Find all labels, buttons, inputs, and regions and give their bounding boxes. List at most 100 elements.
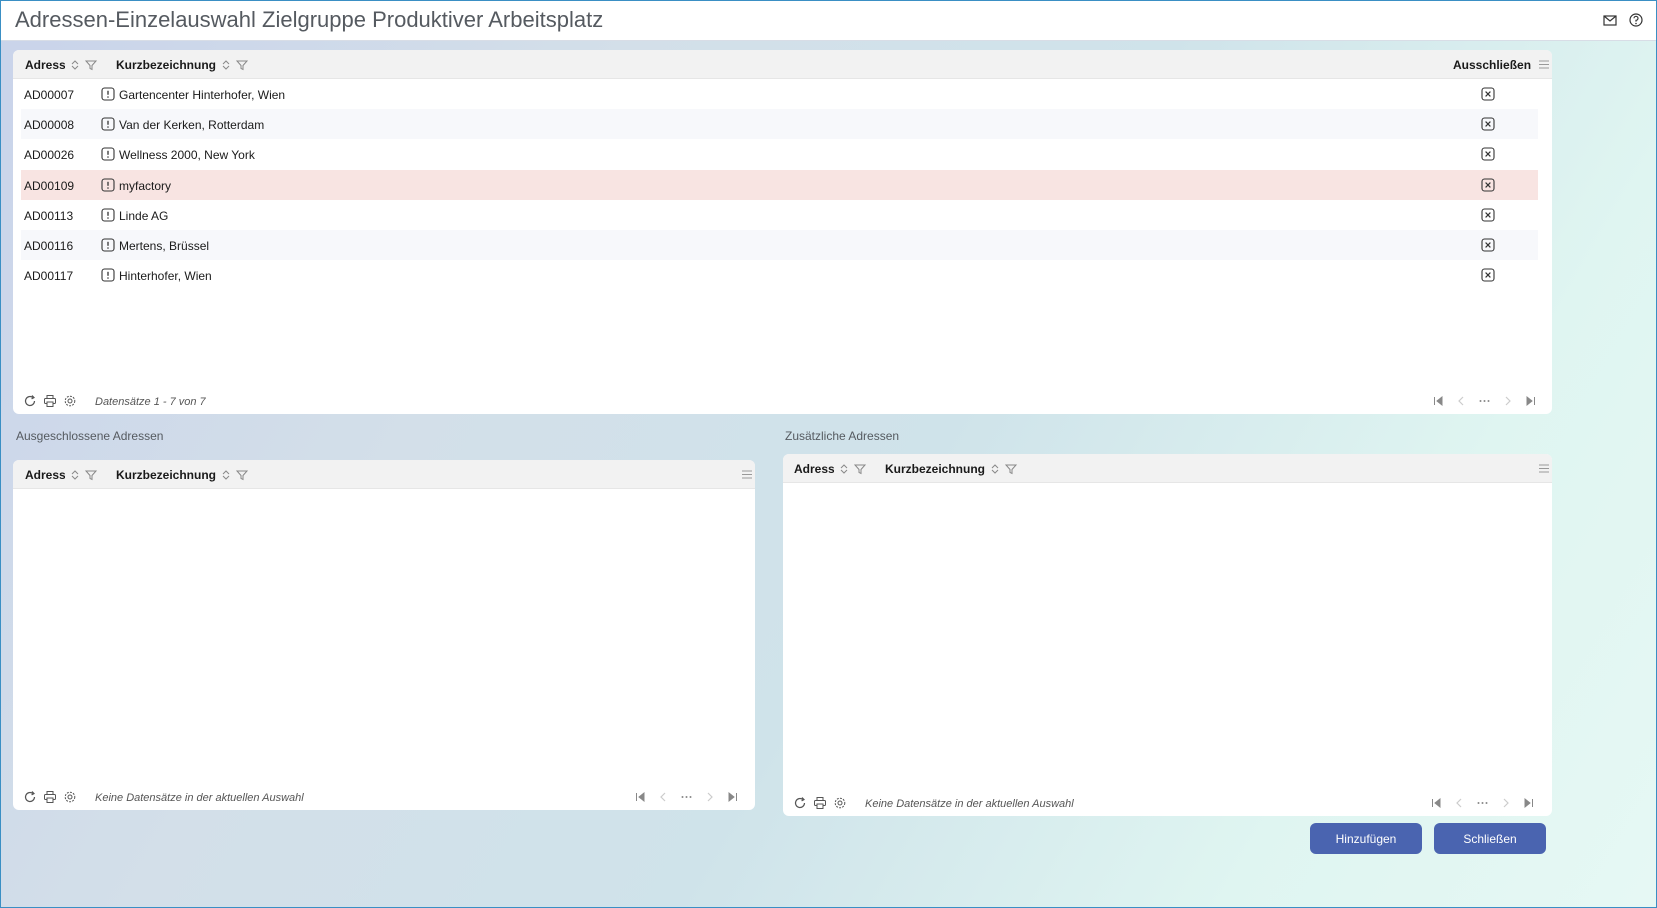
column-header-name[interactable]: Kurzbezeichnung	[116, 58, 249, 72]
info-icon[interactable]	[101, 117, 115, 131]
column-header-code[interactable]: Adresse	[25, 58, 110, 72]
prev-page-icon[interactable]	[658, 791, 669, 803]
sort-icon[interactable]	[989, 463, 1001, 475]
sort-icon[interactable]	[838, 463, 850, 475]
grid-header: Adresse Kurzbezeichnung Ausschließen	[13, 50, 1552, 79]
grid-header: Adresse Kurzbezeichnung	[783, 454, 1552, 483]
excluded-grid: Adresse Kurzbezeichnung Keine Datensätze…	[13, 460, 755, 810]
address-code: AD00117	[24, 269, 74, 284]
exclude-icon[interactable]	[1481, 117, 1495, 131]
address-name: myfactory	[119, 178, 172, 193]
prev-page-icon[interactable]	[1454, 797, 1465, 809]
exclude-icon[interactable]	[1481, 147, 1495, 161]
address-grid: Adresse Kurzbezeichnung Ausschließen AD0…	[13, 50, 1552, 414]
filter-icon[interactable]	[853, 463, 867, 475]
help-icon[interactable]	[1628, 12, 1644, 28]
info-icon[interactable]	[101, 147, 115, 161]
grid-header: Adresse Kurzbezeichnung	[13, 460, 755, 489]
address-code: AD00007	[24, 88, 75, 102]
table-row[interactable]: AD00008 Van der Kerken, Rotterdam	[21, 109, 1538, 140]
last-page-icon[interactable]	[1523, 797, 1534, 809]
additional-section-label: Zusätzliche Adressen	[785, 429, 900, 443]
additional-grid: Adresse Kurzbezeichnung Keine Datensätze…	[783, 454, 1552, 816]
filter-icon[interactable]	[1004, 463, 1018, 475]
print-icon[interactable]	[43, 790, 57, 804]
sort-icon[interactable]	[220, 59, 232, 71]
column-menu-icon[interactable]	[741, 469, 753, 480]
refresh-icon[interactable]	[23, 790, 37, 804]
print-icon[interactable]	[813, 796, 827, 810]
exclude-icon[interactable]	[1481, 87, 1495, 101]
more-pages-icon[interactable]	[1479, 395, 1490, 407]
pager	[1431, 797, 1534, 809]
grid-footer: Datensätze 1 - 7 von 7	[13, 388, 1552, 414]
address-code: AD00109	[24, 178, 75, 193]
column-header-exclude[interactable]: Ausschließen	[1453, 58, 1531, 72]
next-page-icon[interactable]	[1500, 797, 1511, 809]
table-row[interactable]: AD00026 Wellness 2000, New York	[21, 139, 1538, 169]
exclude-icon[interactable]	[1481, 268, 1495, 282]
address-name: Wellness 2000, New York	[119, 148, 255, 163]
sort-icon[interactable]	[69, 59, 81, 71]
settings-icon[interactable]	[63, 394, 77, 408]
sort-icon[interactable]	[69, 469, 81, 481]
column-header-name[interactable]: Kurzbezeichnung	[885, 462, 1018, 476]
column-header-code[interactable]: Adresse	[794, 462, 879, 476]
address-code: AD00116	[24, 239, 74, 253]
next-page-icon[interactable]	[704, 791, 715, 803]
settings-icon[interactable]	[833, 796, 847, 810]
filter-icon[interactable]	[235, 59, 249, 71]
excluded-section-label: Ausgeschlossene Adressen	[16, 429, 164, 443]
first-page-icon[interactable]	[635, 791, 646, 803]
info-icon[interactable]	[101, 208, 115, 222]
settings-icon[interactable]	[63, 790, 77, 804]
more-pages-icon[interactable]	[1477, 797, 1488, 809]
refresh-icon[interactable]	[793, 796, 807, 810]
column-header-code[interactable]: Adresse	[25, 468, 110, 482]
address-name: Hinterhofer, Wien	[119, 269, 212, 284]
record-count: Keine Datensätze in der aktuellen Auswah…	[95, 792, 304, 804]
column-menu-icon[interactable]	[1538, 463, 1550, 474]
close-button[interactable]: Schließen	[1434, 823, 1546, 854]
grid-footer: Keine Datensätze in der aktuellen Auswah…	[13, 784, 755, 810]
prev-page-icon[interactable]	[1456, 395, 1467, 407]
filter-icon[interactable]	[235, 469, 249, 481]
address-name: Mertens, Brüssel	[119, 239, 210, 253]
info-icon[interactable]	[101, 178, 115, 192]
grid-footer: Keine Datensätze in der aktuellen Auswah…	[783, 790, 1552, 816]
table-row[interactable]: AD00113 Linde AG	[21, 200, 1538, 230]
exclude-icon[interactable]	[1481, 238, 1495, 252]
print-icon[interactable]	[43, 394, 57, 408]
first-page-icon[interactable]	[1431, 797, 1442, 809]
table-row[interactable]: AD00109 myfactory	[21, 169, 1538, 200]
next-page-icon[interactable]	[1502, 395, 1513, 407]
info-icon[interactable]	[101, 268, 115, 282]
filter-icon[interactable]	[84, 469, 98, 481]
refresh-icon[interactable]	[23, 394, 37, 408]
first-page-icon[interactable]	[1433, 395, 1444, 407]
table-row[interactable]: AD00116 Mertens, Brüssel	[21, 230, 1538, 260]
info-icon[interactable]	[101, 238, 115, 252]
table-row[interactable]: AD00007 Gartencenter Hinterhofer, Wien	[21, 79, 1538, 109]
address-code: AD00008	[24, 118, 75, 133]
filter-icon[interactable]	[84, 59, 98, 71]
record-count: Keine Datensätze in der aktuellen Auswah…	[865, 798, 1074, 810]
sort-icon[interactable]	[220, 469, 232, 481]
address-name: Linde AG	[119, 208, 169, 223]
add-button[interactable]: Hinzufügen	[1310, 823, 1422, 854]
info-icon[interactable]	[101, 87, 115, 101]
last-page-icon[interactable]	[727, 791, 738, 803]
address-name: Van der Kerken, Rotterdam	[119, 118, 265, 133]
record-count: Datensätze 1 - 7 von 7	[95, 396, 206, 408]
page-title: Adressen-Einzelauswahl Zielgruppe Produk…	[15, 7, 604, 32]
table-row[interactable]: AD00117 Hinterhofer, Wien	[21, 260, 1538, 290]
last-page-icon[interactable]	[1525, 395, 1536, 407]
more-pages-icon[interactable]	[681, 791, 692, 803]
address-code: AD00026	[24, 148, 75, 163]
column-menu-icon[interactable]	[1538, 59, 1550, 70]
pager	[1433, 395, 1536, 407]
exclude-icon[interactable]	[1481, 208, 1495, 222]
column-header-name[interactable]: Kurzbezeichnung	[116, 468, 249, 482]
exclude-icon[interactable]	[1481, 178, 1495, 192]
mail-icon[interactable]	[1602, 12, 1618, 28]
